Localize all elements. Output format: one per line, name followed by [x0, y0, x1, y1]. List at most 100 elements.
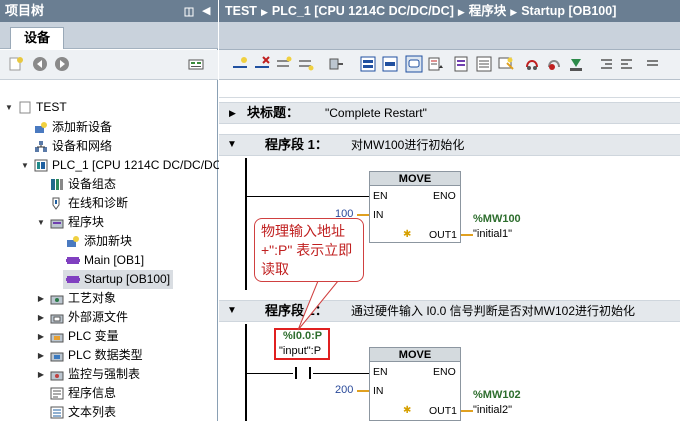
- tree-item-technology-objects[interactable]: ▶ 工艺对象: [0, 289, 218, 308]
- minimize-pane-icon[interactable]: [184, 0, 194, 22]
- diagnostics-icon: [52, 197, 60, 210]
- editor-tab-area: [219, 22, 680, 50]
- network1-header[interactable]: ▼ 程序段 1： 对MW100进行初始化: [219, 134, 680, 156]
- overview-icon[interactable]: [188, 56, 204, 72]
- ob-block-icon: [66, 276, 80, 283]
- plc-tags-icon: [50, 333, 64, 343]
- breadcrumb-plc[interactable]: PLC_1 [CPU 1214C DC/DC/DC]: [272, 4, 454, 18]
- close-all-networks-icon[interactable]: [381, 55, 399, 73]
- block-title-row[interactable]: ▶ 块标题： "Complete Restart": [219, 102, 680, 124]
- tree-item-main-ob1[interactable]: Main [OB1]: [0, 251, 218, 270]
- callout-text: 物理输入地址+":P" 表示立即读取: [261, 223, 353, 277]
- network1-comment[interactable]: 对MW100进行初始化: [351, 135, 464, 155]
- append-row-icon[interactable]: [297, 55, 315, 73]
- tree-item-watch-force-tables[interactable]: ▶ 监控与强制表: [0, 365, 218, 384]
- outdent-icon[interactable]: [619, 55, 637, 73]
- tree-item-test[interactable]: ▼ TEST: [0, 98, 218, 117]
- back-icon[interactable]: [32, 56, 48, 72]
- editor-ruler: [219, 80, 680, 98]
- tree-item-external-sources[interactable]: ▶ 外部源文件: [0, 308, 218, 327]
- delete-network-icon[interactable]: [253, 55, 271, 73]
- block-title-value[interactable]: "Complete Restart": [325, 103, 427, 123]
- network2-in-wire: [357, 390, 369, 392]
- project-tree-tabbar: 设备: [0, 22, 218, 49]
- collapse-network2-icon[interactable]: ▼: [227, 301, 237, 321]
- expand-arrow-icon[interactable]: ▼: [36, 213, 46, 232]
- go-online-icon[interactable]: [523, 55, 541, 73]
- network2-contact-name[interactable]: "input":P: [279, 345, 321, 357]
- forward-icon[interactable]: [54, 56, 70, 72]
- expand-arrow-icon[interactable]: ▼: [4, 98, 14, 117]
- call-block-icon[interactable]: [327, 55, 345, 73]
- go-offline-icon[interactable]: [545, 55, 563, 73]
- tree-item-plc-data-types[interactable]: ▶ PLC 数据类型: [0, 346, 218, 365]
- breadcrumb-project[interactable]: TEST: [225, 4, 257, 18]
- breadcrumb-program-blocks[interactable]: 程序块: [469, 4, 507, 18]
- tia-portal-window: 项目树 ◀ 设备 ▼ TEST 添加新设备 设备和网络 ▼ PLC_1 [CPU…: [0, 0, 680, 421]
- tree-item-program-blocks[interactable]: ▼ 程序块: [0, 213, 218, 232]
- tree-item-text-lists[interactable]: 文本列表: [0, 403, 218, 421]
- favorites-icon[interactable]: [453, 55, 471, 73]
- project-tree-titlebar: 项目树 ◀: [0, 0, 218, 22]
- network2-comment[interactable]: 通过硬件输入 I0.0 信号判断是否对MW102进行初始化: [351, 301, 635, 321]
- expand-arrow-icon[interactable]: ▶: [36, 346, 46, 365]
- breadcrumb-arrow-icon: ▶: [457, 7, 465, 17]
- expand-arrow-icon[interactable]: ▼: [20, 156, 30, 175]
- tree-item-add-block[interactable]: 添加新块: [0, 232, 218, 251]
- download-icon[interactable]: [567, 55, 585, 73]
- callout-note: 物理输入地址+":P" 表示立即读取: [254, 218, 364, 282]
- network2-contact-address[interactable]: %I0.0:P: [283, 330, 322, 342]
- network1-eno-pin: ENO: [433, 190, 456, 202]
- expand-arrow-icon[interactable]: ▶: [36, 308, 46, 327]
- tree-item-online-diagnostics[interactable]: 在线和诊断: [0, 194, 218, 213]
- tree-item-add-device[interactable]: 添加新设备: [0, 118, 218, 137]
- collapse-network1-icon[interactable]: ▼: [227, 135, 237, 155]
- network2-out-name[interactable]: "initial2": [473, 404, 512, 416]
- network1-title: 程序段 1：: [265, 137, 328, 152]
- network1-out-name[interactable]: "initial1": [473, 228, 512, 240]
- tree-item-device-config[interactable]: 设备组态: [0, 175, 218, 194]
- technology-objects-icon: [50, 295, 64, 305]
- network-comments-icon[interactable]: [405, 55, 423, 73]
- network2-in-value[interactable]: 200: [335, 384, 353, 396]
- program-info-icon: [50, 387, 64, 400]
- monitor-icon[interactable]: [497, 55, 515, 73]
- tab-devices[interactable]: 设备: [10, 27, 64, 49]
- indent-icon[interactable]: [597, 55, 615, 73]
- absolute-symbolic-icon[interactable]: [427, 55, 445, 73]
- network2-out1-pin: OUT1: [429, 405, 458, 417]
- tree-item-startup-ob100[interactable]: Startup [OB100]: [63, 270, 173, 289]
- normally-open-contact-icon[interactable]: [293, 367, 313, 379]
- project-tree-toolbar: [0, 50, 218, 80]
- network1-in-pin: IN: [373, 209, 384, 221]
- network2-header[interactable]: ▼ 程序段 2： 通过硬件输入 I0.0 信号判断是否对MW102进行初始化: [219, 300, 680, 322]
- network2-title: 程序段 2：: [265, 303, 328, 318]
- expand-arrow-icon[interactable]: ▶: [36, 365, 46, 384]
- tree-item-plc-tags[interactable]: ▶ PLC 变量: [0, 327, 218, 346]
- project-tree-title: 项目树: [5, 3, 45, 18]
- expand-arrow-icon[interactable]: ▶: [36, 289, 46, 308]
- network1-out-address[interactable]: %MW100: [473, 213, 521, 225]
- insert-row-icon[interactable]: [275, 55, 293, 73]
- open-all-networks-icon[interactable]: [359, 55, 377, 73]
- expand-arrow-icon[interactable]: ▶: [36, 327, 46, 346]
- breadcrumb-arrow-icon: ▶: [510, 7, 518, 17]
- new-item-icon[interactable]: [8, 56, 24, 72]
- program-editor-pane: TEST ▶ PLC_1 [CPU 1214C DC/DC/DC] ▶ 程序块 ▶ Star…: [219, 0, 680, 421]
- tree-item-program-info[interactable]: 程序信息: [0, 384, 218, 403]
- tree-item-devices-networks[interactable]: 设备和网络: [0, 137, 218, 156]
- view-list-icon[interactable]: [475, 55, 493, 73]
- compare-icon[interactable]: [643, 55, 661, 73]
- network1-move-title: MOVE: [370, 172, 460, 186]
- text-list-icon: [50, 406, 64, 419]
- tree-item-plc1[interactable]: ▼ PLC_1 [CPU 1214C DC/DC/DC]: [0, 156, 225, 175]
- network2-out-address[interactable]: %MW102: [473, 389, 521, 401]
- collapse-pane-icon[interactable]: ◀: [202, 0, 210, 22]
- plc-data-types-icon: [50, 352, 64, 362]
- project-tree-pane: 项目树 ◀ 设备 ▼ TEST 添加新设备 设备和网络 ▼ PLC_1 [CPU…: [0, 0, 225, 421]
- expand-block-title-icon[interactable]: ▶: [229, 103, 236, 123]
- network2-rung-wire-right: [313, 373, 369, 374]
- breadcrumb-startup[interactable]: Startup [OB100]: [521, 4, 616, 18]
- breadcrumb-arrow-icon: ▶: [260, 7, 268, 17]
- insert-network-icon[interactable]: [231, 55, 249, 73]
